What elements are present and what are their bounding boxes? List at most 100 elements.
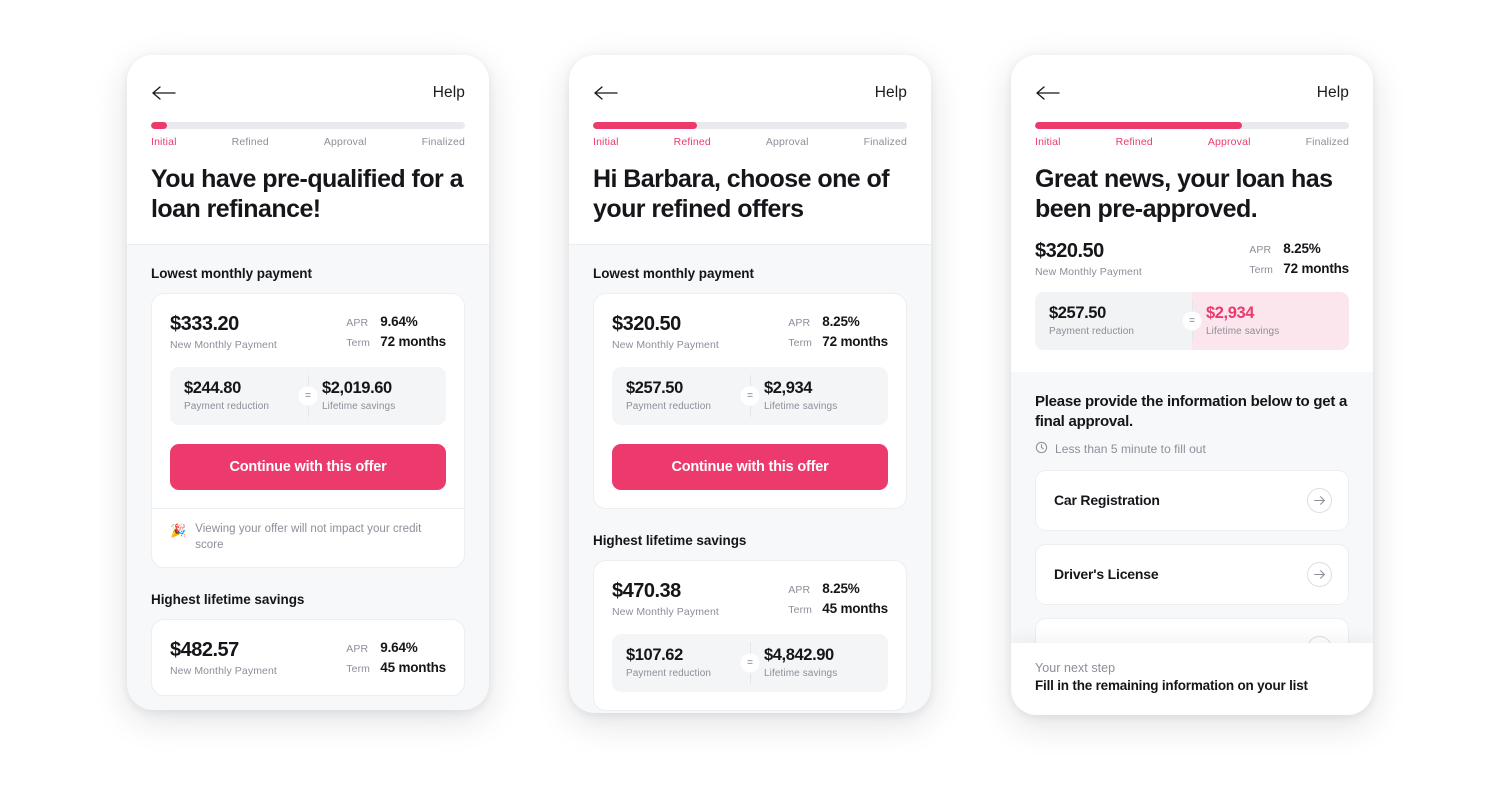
savings-half: $2,934 Lifetime savings [1192,292,1349,350]
phone-screen-2: Help Initial Refined Approval Finalized … [569,55,931,713]
document-item-car-registration[interactable]: Car Registration [1035,469,1349,531]
phone-screen-1: Help Initial Refined Approval Finalized … [127,55,489,710]
savings-amount-2: $4,842.90 [764,646,834,664]
back-arrow-icon[interactable] [593,83,619,103]
savings-label: Lifetime savings [764,401,838,412]
reduction-half: $257.50 Payment reduction [1035,292,1192,350]
section-title-highest: Highest lifetime savings [151,592,305,608]
apr-row: APR 8.25% [788,314,888,329]
apr-row: APR 9.64% [346,314,446,329]
next-step-footer: Your next step Fill in the remaining inf… [1011,643,1373,715]
offer-summary-row-2: $482.57 New Monthly Payment APR 9.64% Te… [170,639,446,677]
screen1-progress-track [151,122,465,129]
arrow-right-icon[interactable] [1307,561,1332,587]
savings-strip: $257.50 Payment reduction $2,934 Lifetim… [612,367,888,425]
equals-badge: = [740,386,760,406]
step-refined: Refined [1115,136,1153,148]
savings-amount: $2,934 [764,379,813,397]
term-label-2: Term [346,663,371,676]
payment-amount: $320.50 [1035,240,1104,262]
screen1-header-bar: Help [151,81,465,105]
term-label: Term [788,337,813,349]
term-value-2: 45 months [380,660,446,676]
back-arrow-icon[interactable] [1035,83,1061,103]
screen3-step-labels: Initial Refined Approval Finalized [1035,136,1349,148]
apr-label-2: APR [346,643,369,656]
step-refined: Refined [673,136,711,148]
payment-amount: $320.50 [612,313,681,335]
instruction-text: Please provide the information below to … [1035,393,1348,431]
continue-offer-button[interactable]: Continue with this offer [612,444,888,490]
savings-label-2: Lifetime savings [764,668,838,679]
term-label: Term [346,337,371,349]
step-finalized: Finalized [863,136,907,148]
reduction-label: Payment reduction [1049,326,1135,337]
apr-value-2: 8.25% [822,581,860,596]
payment-block-2: $470.38 New Monthly Payment [612,580,719,618]
step-initial: Initial [151,136,177,148]
apr-label-2: APR [788,584,811,596]
offer-card-body-2: $482.57 New Monthly Payment APR 9.64% Te… [152,620,464,695]
payment-label: New Monthly Payment [1035,266,1142,278]
apr-value: 8.25% [1283,241,1321,256]
savings-strip: $244.80 Payment reduction $2,019.60 Life… [170,367,446,425]
reduction-half-2: $107.62 Payment reduction [612,634,750,692]
payment-label-2: New Monthly Payment [612,606,719,618]
savings-label: Lifetime savings [322,401,396,412]
screen1-header: Help Initial Refined Approval Finalized … [127,55,489,244]
credit-impact-text: Viewing your offer will not impact your … [195,523,422,551]
arrow-right-icon[interactable] [1307,487,1332,513]
phone-screen-3: Help Initial Refined Approval Finalized … [1011,55,1373,715]
apr-row-2: APR 8.25% [788,581,888,596]
term-row-2: Term 45 months [788,601,888,616]
approved-summary-row: $320.50 New Monthly Payment APR 8.25% Te… [1035,240,1349,278]
screen3-header-bar: Help [1035,81,1349,105]
payment-amount-2: $482.57 [170,639,239,662]
help-link[interactable]: Help [875,84,907,102]
terms-block-2: APR 9.64% Term 45 months [346,640,446,675]
offer-summary-row: $320.50 New Monthly Payment APR 8.25% Te… [612,313,888,351]
section-title-lowest: Lowest monthly payment [593,266,754,281]
credit-impact-note: 🎉 Viewing your offer will not impact you… [152,508,464,567]
step-approval: Approval [765,136,809,148]
step-initial: Initial [593,136,619,148]
equals-badge-2: = [740,653,760,673]
screen2-content: Lowest monthly payment $320.50 New Month… [569,244,931,711]
offer-summary-row: $333.20 New Monthly Payment APR 9.64% Te… [170,313,446,351]
screen3-page-title: Great news, your loan has been pre-appro… [1035,165,1333,223]
help-link[interactable]: Help [1317,84,1349,102]
equals-badge: = [1182,311,1202,331]
term-label-2: Term [788,604,813,616]
help-link[interactable]: Help [433,84,465,102]
document-item-drivers-license[interactable]: Driver's License [1035,543,1349,605]
screen1-progress-fill [151,122,167,129]
continue-offer-button[interactable]: Continue with this offer [170,444,446,490]
apr-value-2: 9.64% [380,640,418,656]
screenshot-canvas: Help Initial Refined Approval Finalized … [0,0,1500,785]
screen2-progress-track [593,122,907,129]
apr-row-2: APR 9.64% [346,640,446,655]
back-arrow-icon[interactable] [151,83,177,103]
offer-card-lowest: $333.20 New Monthly Payment APR 9.64% Te… [151,293,465,569]
step-approval: Approval [1207,136,1251,148]
reduction-label: Payment reduction [626,401,712,412]
offer-card-body-2: $470.38 New Monthly Payment APR 8.25% Te… [594,561,906,710]
screen3-progress-track [1035,122,1349,129]
savings-half-2: $4,842.90 Lifetime savings [750,634,888,692]
reduction-amount: $244.80 [184,379,241,397]
clock-icon [1035,441,1048,457]
section-title-highest: Highest lifetime savings [593,533,747,548]
apr-label: APR [788,317,811,329]
approved-savings-strip: $257.50 Payment reduction $2,934 Lifetim… [1035,292,1349,350]
screen2-header: Help Initial Refined Approval Finalized … [569,55,931,244]
terms-block: APR 8.25% Term 72 months [1249,241,1349,276]
savings-half: $2,934 Lifetime savings [750,367,888,425]
term-row: Term 72 months [1249,261,1349,276]
next-step-text: Fill in the remaining information on you… [1035,678,1308,693]
step-finalized: Finalized [1305,136,1349,148]
payment-amount: $333.20 [170,313,239,335]
savings-strip-2: $107.62 Payment reduction $4,842.90 Life… [612,634,888,692]
payment-label: New Monthly Payment [612,339,719,351]
time-estimate: Less than 5 minute to fill out [1035,441,1349,457]
apr-value: 8.25% [822,314,860,329]
